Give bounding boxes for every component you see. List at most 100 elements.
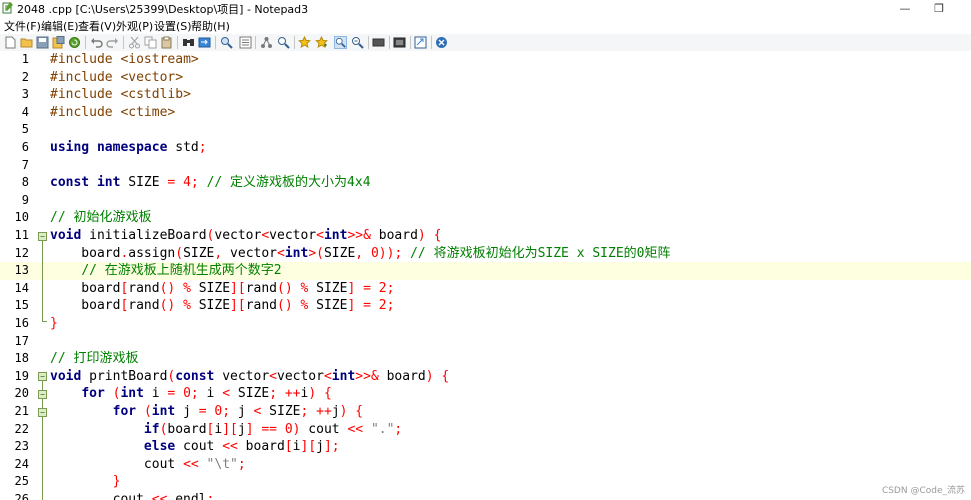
- doc-icon[interactable]: [414, 36, 427, 49]
- zoom-out-icon[interactable]: [351, 36, 364, 49]
- code-line[interactable]: 13 // 在游戏板上随机生成两个数字2: [0, 262, 971, 280]
- code-line[interactable]: 4 #include <ctime>: [0, 104, 971, 122]
- save-icon[interactable]: [36, 36, 49, 49]
- code-line[interactable]: 22 if(board[i][j] == 0) cout << ".";: [0, 421, 971, 439]
- code-text[interactable]: if(board[i][j] == 0) cout << ".";: [50, 421, 402, 439]
- replace-icon[interactable]: [198, 36, 211, 49]
- code-line[interactable]: 2 #include <vector>: [0, 69, 971, 87]
- zoom-in-active-icon[interactable]: [334, 36, 347, 49]
- minimize-button[interactable]: —: [888, 0, 922, 17]
- hex-view-icon[interactable]: [393, 36, 406, 49]
- code-text[interactable]: else cout << board[i][j];: [50, 438, 340, 456]
- menu-help[interactable]: 帮助(H): [191, 18, 230, 34]
- code-text[interactable]: for (int j = 0; j < SIZE; ++j) {: [50, 403, 364, 421]
- goto-icon[interactable]: [239, 36, 252, 49]
- code-text[interactable]: cout << endl;: [50, 491, 215, 500]
- fold-toggle-icon[interactable]: −: [38, 372, 47, 382]
- code-line[interactable]: 12 board.assign(SIZE, vector<int>(SIZE, …: [0, 245, 971, 263]
- menu-edit[interactable]: 编辑(E): [41, 18, 79, 34]
- line-number: 22: [14, 421, 29, 436]
- fold-toggle-icon[interactable]: −: [38, 231, 47, 241]
- code-line[interactable]: 16}: [0, 315, 971, 333]
- code-line[interactable]: 20 for (int i = 0; i < SIZE; ++i) {: [0, 385, 971, 403]
- code-line[interactable]: 15 board[rand() % SIZE][rand() % SIZE] =…: [0, 297, 971, 315]
- code-line[interactable]: 18 // 打印游戏板: [0, 350, 971, 368]
- code-line[interactable]: 23 else cout << board[i][j];: [0, 438, 971, 456]
- code-text[interactable]: }: [50, 315, 58, 333]
- code-line[interactable]: 17: [0, 333, 971, 351]
- title-bar: 2048 .cpp [C:\Users\25399\Desktop\项目] - …: [0, 0, 971, 17]
- window-title: 2048 .cpp [C:\Users\25399\Desktop\项目] - …: [17, 3, 309, 16]
- code-line[interactable]: 25 }: [0, 473, 971, 491]
- copy-icon[interactable]: [144, 36, 157, 49]
- code-line[interactable]: 8 const int SIZE = 4; // 定义游戏板的大小为4x4: [0, 174, 971, 192]
- code-line[interactable]: 24 cout << "\t";: [0, 456, 971, 474]
- find-next-icon[interactable]: [220, 36, 233, 49]
- fold-end: [42, 321, 47, 322]
- line-number: 23: [14, 439, 29, 454]
- code-text[interactable]: cout << "\t";: [50, 456, 246, 474]
- line-number: 4: [21, 104, 29, 119]
- close-doc-icon[interactable]: [435, 36, 448, 49]
- save-as-icon[interactable]: [52, 36, 65, 49]
- code-text[interactable]: #include <cstdlib>: [50, 86, 191, 104]
- find-icon[interactable]: [182, 36, 195, 49]
- code-line[interactable]: 9: [0, 192, 971, 210]
- line-number: 6: [21, 140, 29, 154]
- code-line[interactable]: 14 board[rand() % SIZE][rand() % SIZE] =…: [0, 280, 971, 298]
- code-text[interactable]: #include <ctime>: [50, 104, 175, 122]
- menu-view[interactable]: 查看(V): [78, 18, 116, 34]
- code-text[interactable]: // 初始化游戏板: [50, 209, 151, 227]
- code-text[interactable]: board[rand() % SIZE][rand() % SIZE] = 2;: [50, 297, 394, 315]
- line-number: 16: [14, 316, 29, 330]
- code-line[interactable]: 26 cout << endl;: [0, 491, 971, 500]
- code-line[interactable]: 11 void initializeBoard(vector<vector<int…: [0, 227, 971, 245]
- redo-icon[interactable]: [106, 36, 119, 49]
- watermark-text: CSDN @Code_流苏: [881, 486, 965, 496]
- code-text[interactable]: using namespace std;: [50, 139, 207, 157]
- open-folder-icon[interactable]: [20, 36, 33, 49]
- reload-icon[interactable]: [68, 36, 81, 49]
- code-text[interactable]: const int SIZE = 4; // 定义游戏板的大小为4x4: [50, 174, 371, 192]
- toolbar-separator: [368, 36, 369, 49]
- code-text[interactable]: void printBoard(const vector<vector<int>…: [50, 368, 449, 386]
- code-text[interactable]: board[rand() % SIZE][rand() % SIZE] = 2;: [50, 280, 394, 298]
- code-line[interactable]: 3 #include <cstdlib>: [0, 86, 971, 104]
- code-text[interactable]: void initializeBoard(vector<vector<int>>…: [50, 227, 441, 245]
- code-line[interactable]: 5: [0, 121, 971, 139]
- bookmark-all-icon[interactable]: [315, 36, 328, 49]
- menu-file[interactable]: 文件(F): [4, 18, 41, 34]
- code-editor[interactable]: 1 #include <iostream> 2 #include <vector> 3 #…: [0, 51, 971, 500]
- zoom-in-icon[interactable]: [277, 36, 290, 49]
- maximize-button[interactable]: ❐: [922, 0, 956, 17]
- undo-icon[interactable]: [90, 36, 103, 49]
- code-text[interactable]: for (int i = 0; i < SIZE; ++i) {: [50, 385, 332, 403]
- menu-appearance[interactable]: 外观(P): [116, 18, 153, 34]
- view-icon[interactable]: [372, 36, 385, 49]
- code-text[interactable]: }: [50, 473, 121, 491]
- toolbar: [0, 34, 971, 52]
- fold-toggle-icon[interactable]: −: [38, 389, 47, 399]
- code-line[interactable]: 21 for (int j = 0; j < SIZE; ++j) {: [0, 403, 971, 421]
- toolbar-separator: [389, 36, 390, 49]
- code-line[interactable]: 6 using namespace std;: [0, 139, 971, 157]
- toolbar-separator: [85, 36, 86, 49]
- line-number: 17: [14, 333, 29, 348]
- new-file-icon[interactable]: [4, 36, 17, 49]
- code-line[interactable]: 1 #include <iostream>: [0, 51, 971, 69]
- code-text[interactable]: board.assign(SIZE, vector<int>(SIZE, 0))…: [50, 245, 670, 263]
- code-text[interactable]: // 打印游戏板: [50, 350, 138, 368]
- code-text[interactable]: #include <iostream>: [50, 51, 199, 69]
- code-line[interactable]: 7: [0, 157, 971, 175]
- code-text[interactable]: #include <vector>: [50, 69, 183, 87]
- menu-settings[interactable]: 设置(S): [154, 18, 192, 34]
- code-line[interactable]: 10 // 初始化游戏板: [0, 209, 971, 227]
- line-number: 24: [14, 456, 29, 471]
- fold-toggle-icon[interactable]: −: [38, 407, 47, 417]
- paste-icon[interactable]: [160, 36, 173, 49]
- bookmark-icon[interactable]: [298, 36, 311, 49]
- word-wrap-icon[interactable]: [260, 36, 273, 49]
- code-text[interactable]: // 在游戏板上随机生成两个数字2: [50, 262, 281, 280]
- cut-icon[interactable]: [128, 36, 141, 49]
- code-line[interactable]: 19 void printBoard(const vector<vector<in…: [0, 368, 971, 386]
